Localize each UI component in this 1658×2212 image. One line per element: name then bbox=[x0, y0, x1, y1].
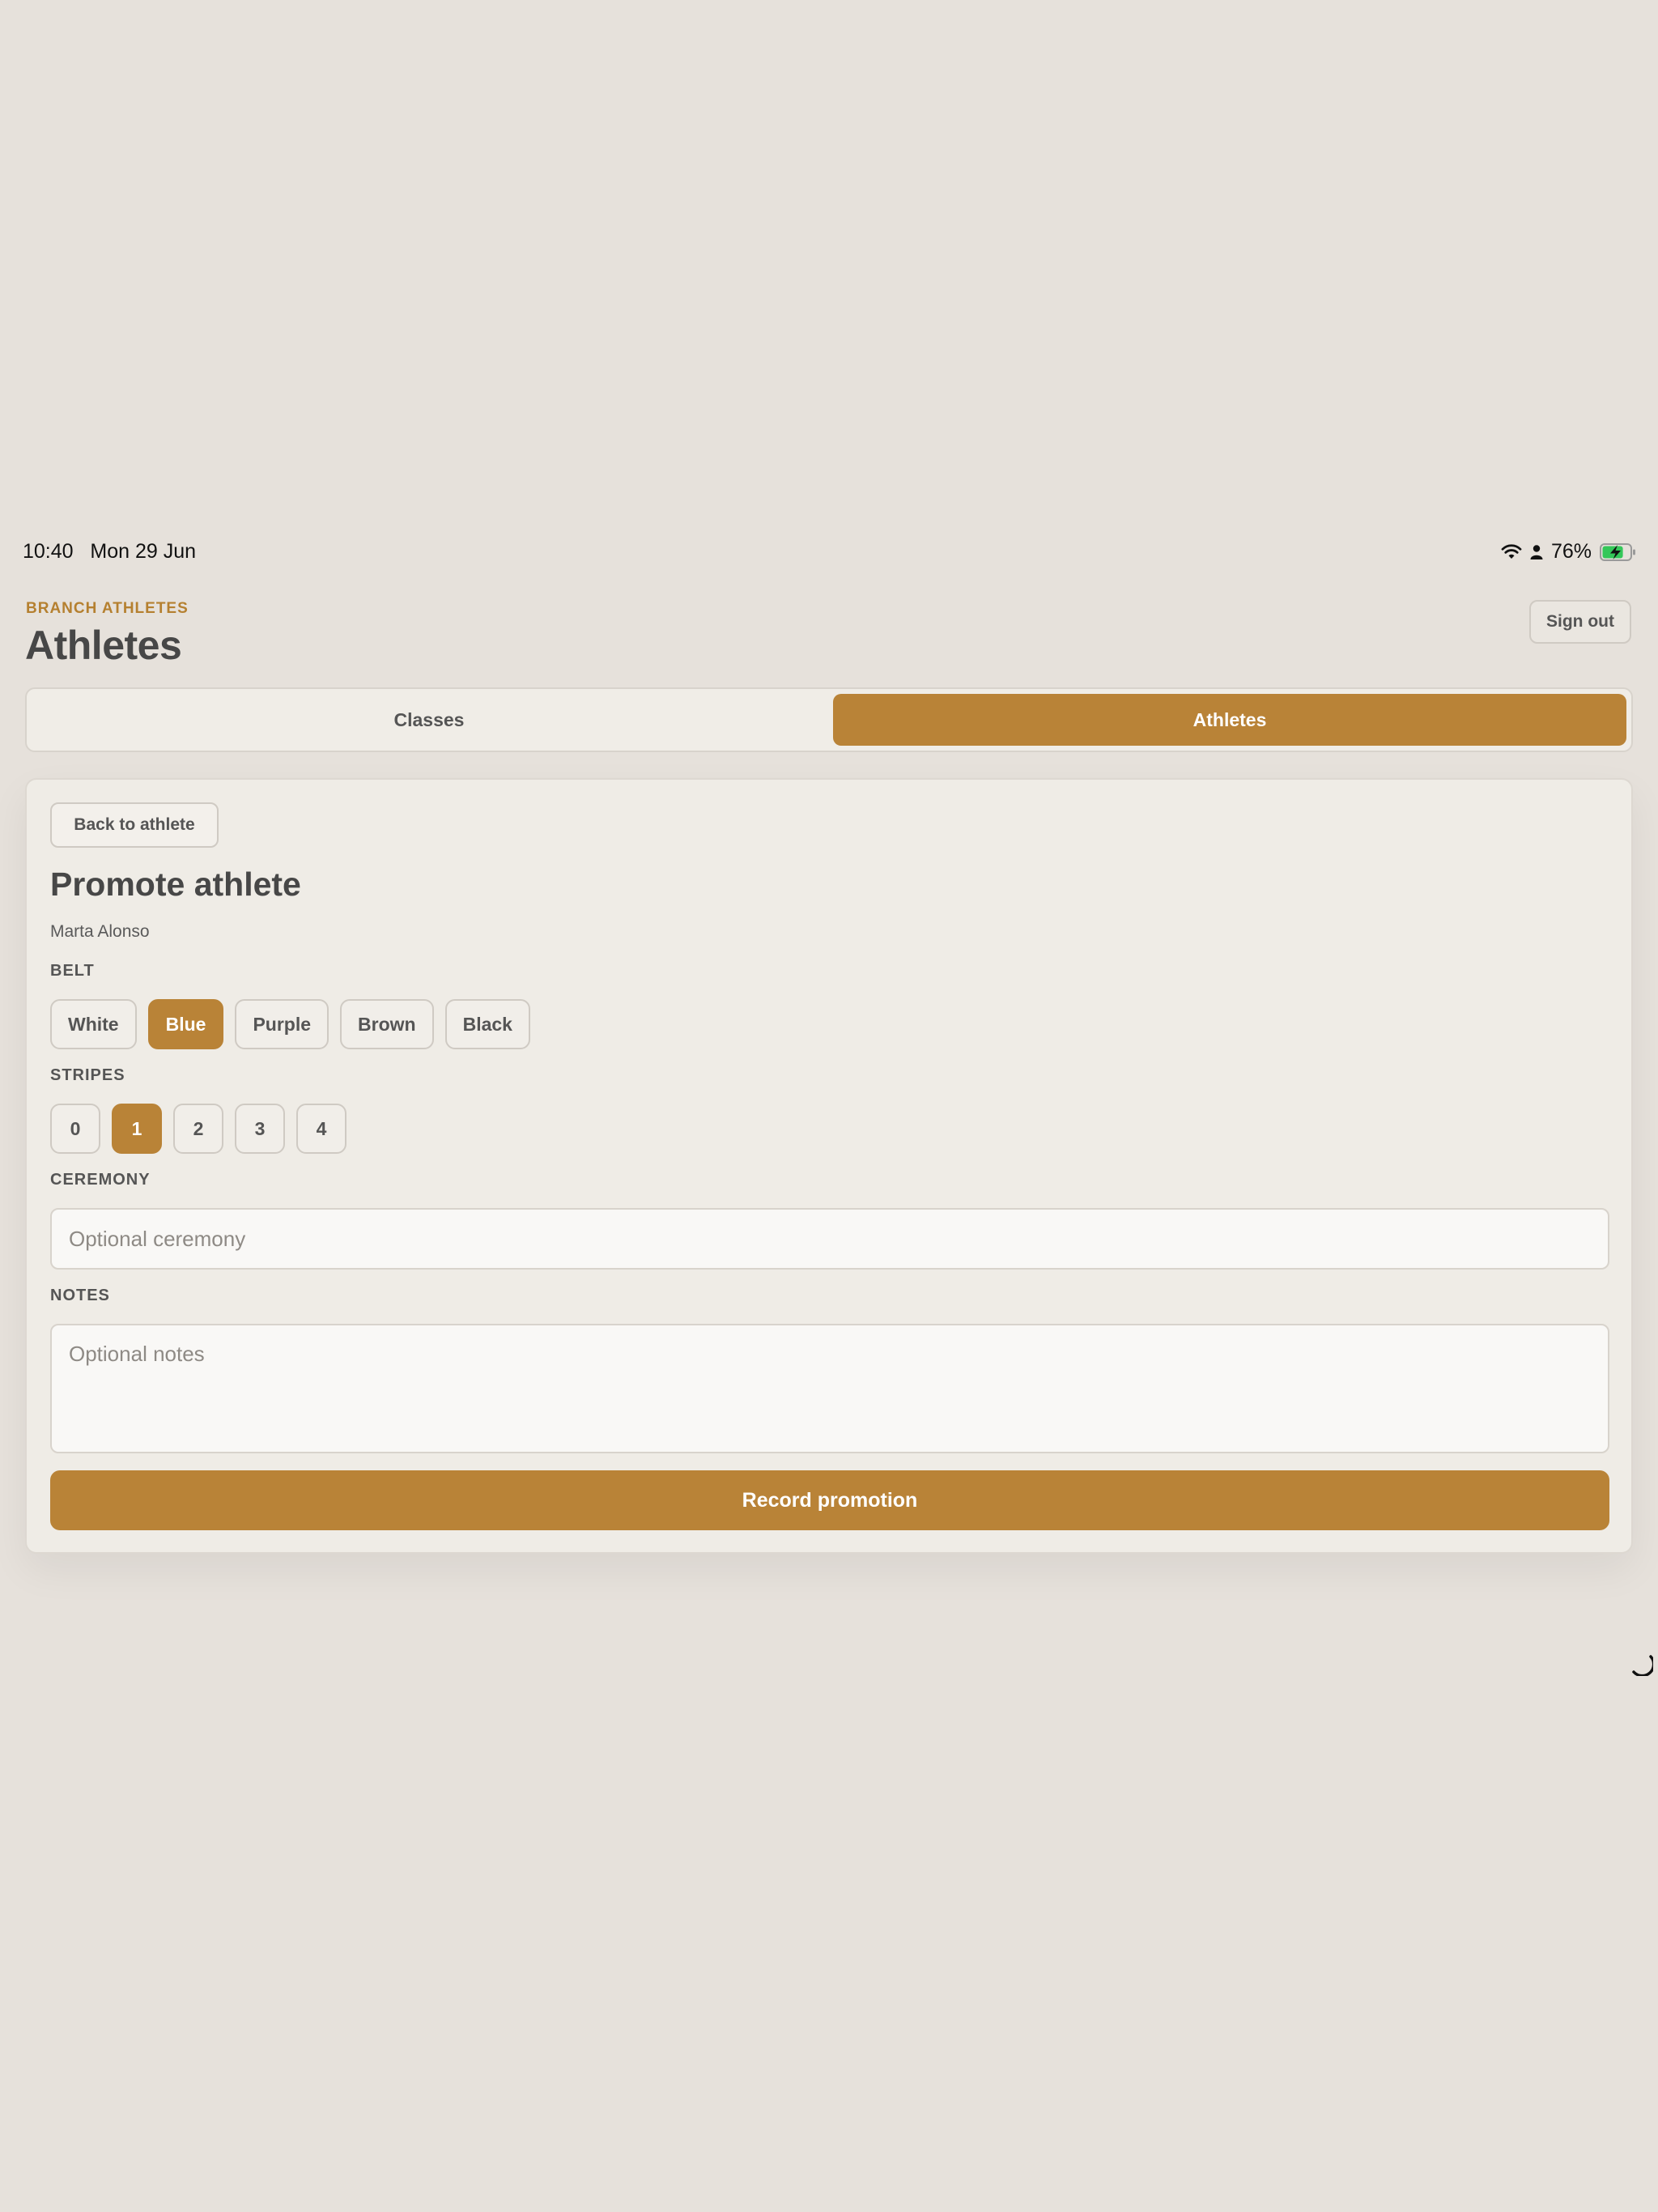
back-to-athlete-button[interactable]: Back to athlete bbox=[50, 802, 219, 848]
stripes-label: STRIPES bbox=[50, 1066, 125, 1084]
belt-option-purple[interactable]: Purple bbox=[235, 999, 329, 1049]
belt-options: White Blue Purple Brown Black bbox=[50, 999, 530, 1049]
athlete-name: Marta Alonso bbox=[50, 922, 150, 941]
ceremony-label: CEREMONY bbox=[50, 1171, 151, 1189]
status-clock: 10:40 bbox=[23, 540, 74, 563]
page-title: Athletes bbox=[25, 623, 182, 668]
notes-label: NOTES bbox=[50, 1287, 110, 1304]
loading-spinner-icon bbox=[1629, 1652, 1656, 1678]
belt-option-black[interactable]: Black bbox=[444, 999, 530, 1049]
belt-option-brown[interactable]: Brown bbox=[340, 999, 434, 1049]
tab-classes[interactable]: Classes bbox=[32, 694, 827, 746]
belt-label: BELT bbox=[50, 962, 95, 980]
status-bar: 10:40 Mon 29 Jun 76% bbox=[0, 538, 1658, 570]
stripes-options: 0 1 2 3 4 bbox=[50, 1104, 346, 1154]
battery-charging-icon bbox=[1600, 542, 1637, 562]
record-promotion-button[interactable]: Record promotion bbox=[50, 1470, 1609, 1530]
stripes-option-0[interactable]: 0 bbox=[50, 1104, 100, 1154]
belt-option-white[interactable]: White bbox=[50, 999, 137, 1049]
promote-card: Back to athlete Promote athlete Marta Al… bbox=[25, 778, 1633, 1554]
section-eyebrow: BRANCH ATHLETES bbox=[26, 600, 189, 617]
stripes-option-2[interactable]: 2 bbox=[173, 1104, 223, 1154]
tab-switcher: Classes Athletes bbox=[25, 687, 1633, 752]
stripes-option-1[interactable]: 1 bbox=[112, 1104, 162, 1154]
notes-textarea[interactable] bbox=[50, 1324, 1609, 1453]
stripes-option-4[interactable]: 4 bbox=[296, 1104, 346, 1154]
status-indicators: 76% bbox=[1501, 540, 1637, 564]
status-date: Mon 29 Jun bbox=[90, 540, 197, 563]
status-time: 10:40 Mon 29 Jun bbox=[23, 540, 196, 564]
sign-out-button[interactable]: Sign out bbox=[1529, 600, 1631, 644]
form-title: Promote athlete bbox=[50, 866, 301, 903]
belt-option-blue[interactable]: Blue bbox=[147, 999, 224, 1049]
wifi-icon bbox=[1501, 543, 1522, 560]
person-icon bbox=[1530, 544, 1543, 560]
tab-athletes[interactable]: Athletes bbox=[833, 694, 1626, 746]
battery-percent: 76% bbox=[1550, 540, 1592, 563]
ceremony-input[interactable] bbox=[50, 1208, 1609, 1270]
stripes-option-3[interactable]: 3 bbox=[235, 1104, 285, 1154]
